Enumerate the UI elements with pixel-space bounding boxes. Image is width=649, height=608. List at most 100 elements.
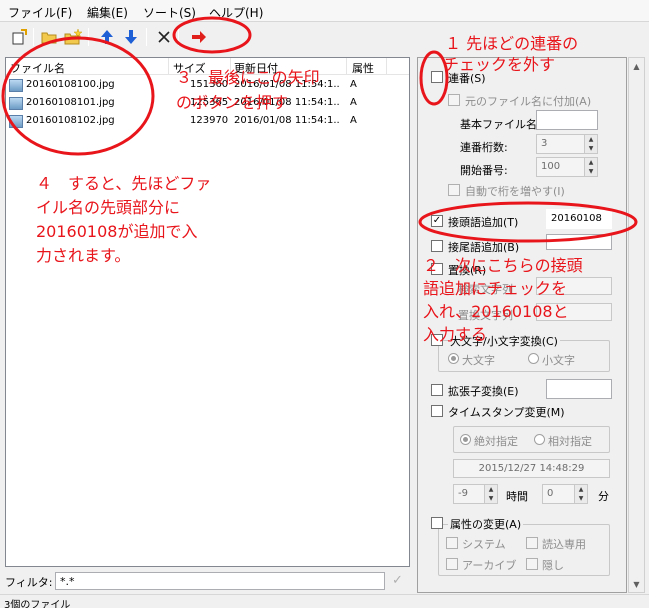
append-original-checkbox[interactable] — [448, 94, 460, 106]
spin-down-icon[interactable]: ▼ — [584, 144, 597, 153]
relative-radio[interactable] — [534, 434, 545, 445]
spin-down-icon[interactable]: ▼ — [574, 494, 587, 503]
upper-label: 大文字 — [462, 354, 495, 367]
file-attr: A — [350, 115, 357, 126]
spin-down-icon[interactable]: ▼ — [584, 167, 597, 176]
suffix-input[interactable] — [546, 234, 612, 250]
auto-digits-checkbox[interactable] — [448, 184, 460, 196]
filter-bar: フィルタ: *.* ✓ — [0, 570, 410, 592]
timestamp-checkbox[interactable] — [431, 405, 443, 417]
readonly-checkbox[interactable] — [526, 537, 538, 549]
digits-value: 3 — [541, 138, 548, 149]
relative-label: 相対指定 — [548, 435, 592, 448]
ext-label: 拡張子変換(E) — [448, 385, 519, 398]
scroll-down-icon[interactable]: ▼ — [629, 576, 644, 592]
new-file-icon[interactable] — [10, 28, 28, 46]
hours-unit: 時間 — [506, 490, 528, 503]
pane-splitter[interactable] — [410, 57, 416, 593]
timestamp-label: タイムスタンプ変更(M) — [448, 406, 565, 419]
file-date: 2016/01/08 11:54:1.. — [234, 115, 340, 126]
annotation-3-line-2: のボタンを押す — [176, 93, 289, 112]
scroll-up-icon[interactable]: ▲ — [629, 58, 644, 74]
annotation-2-line-3: 入れ、20160108と — [423, 302, 569, 321]
column-divider[interactable] — [168, 58, 169, 75]
vertical-scrollbar[interactable]: ▲ ▼ — [628, 57, 645, 593]
suffix-checkbox[interactable] — [431, 240, 443, 252]
digits-label: 連番桁数: — [460, 141, 508, 154]
minutes-unit: 分 — [598, 490, 609, 503]
menu-help[interactable]: ヘルプ(H) — [209, 4, 263, 21]
absolute-radio[interactable] — [460, 434, 471, 445]
annotation-4-line-3: 20160108が追加で入 — [36, 222, 198, 241]
annotation-1-line-1: １ 先ほどの連番の — [445, 34, 579, 53]
absolute-label: 絶対指定 — [474, 435, 518, 448]
down-arrow-icon[interactable] — [122, 28, 140, 46]
archive-label: アーカイブ — [462, 559, 517, 572]
menu-file[interactable]: ファイル(F) — [8, 4, 72, 21]
spin-up-icon[interactable]: ▲ — [584, 158, 597, 167]
ext-input[interactable] — [546, 379, 612, 399]
hours-value: -9 — [458, 488, 468, 499]
column-header-attr[interactable]: 属性 — [352, 60, 374, 76]
filter-input[interactable]: *.* — [55, 572, 385, 590]
spin-up-icon[interactable]: ▲ — [584, 135, 597, 144]
append-original-label: 元のファイル名に付加(A) — [465, 95, 592, 108]
prefix-input[interactable]: 20160108 — [546, 209, 612, 229]
timestamp-datetime-input[interactable]: 2015/12/27 14:48:29 — [453, 459, 610, 478]
status-bar: 3個のファイル — [0, 594, 649, 608]
image-file-icon — [9, 115, 23, 128]
file-name: 20160108100.jpg — [26, 79, 115, 90]
annotation-2-line-2: 語追加にチェックを — [423, 279, 568, 298]
serial-checkbox[interactable] — [431, 71, 443, 83]
start-spinner[interactable]: 100 ▲ ▼ — [536, 157, 598, 177]
file-list[interactable]: ファイル名 サイズ 更新日付 属性 20160108100.jpg 151360… — [5, 57, 410, 567]
prefix-label: 接頭語追加(T) — [448, 216, 519, 229]
archive-checkbox[interactable] — [446, 558, 458, 570]
hidden-checkbox[interactable] — [526, 558, 538, 570]
toolbar-separator — [33, 28, 34, 46]
attr-label: 属性の変更(A) — [448, 516, 524, 532]
digits-spinner[interactable]: 3 ▲ ▼ — [536, 134, 598, 154]
menu-sort[interactable]: ソート(S) — [143, 4, 196, 21]
ext-checkbox[interactable] — [431, 384, 443, 396]
suffix-label: 接尾語追加(B) — [448, 241, 520, 254]
file-attr: A — [350, 79, 357, 90]
toolbar-separator — [88, 28, 89, 46]
upper-radio[interactable] — [448, 353, 459, 364]
base-name-input[interactable] — [536, 110, 598, 130]
base-name-label: 基本ファイル名: — [460, 118, 541, 131]
attr-checkbox[interactable] — [431, 517, 443, 529]
menu-bar: ファイル(F) 編集(E) ソート(S) ヘルプ(H) — [0, 0, 649, 22]
column-header-name[interactable]: ファイル名 — [10, 60, 65, 76]
hidden-label: 隠し — [542, 559, 564, 572]
annotation-4-line-2: イル名の先頭部分に — [36, 198, 181, 217]
annotation-1-line-2: チェックを外す — [443, 55, 556, 74]
file-attr: A — [350, 97, 357, 108]
menu-edit[interactable]: 編集(E) — [87, 4, 128, 21]
column-divider[interactable] — [346, 58, 347, 75]
spin-up-icon[interactable]: ▲ — [574, 485, 587, 494]
table-row[interactable]: 20160108102.jpg 123970 2016/01/08 11:54:… — [6, 113, 409, 131]
spin-up-icon[interactable]: ▲ — [484, 485, 497, 494]
column-divider[interactable] — [386, 58, 387, 75]
minutes-spinner[interactable]: 0 ▲ ▼ — [542, 484, 588, 504]
readonly-label: 読込専用 — [542, 538, 586, 551]
lower-label: 小文字 — [542, 354, 575, 367]
hours-spinner[interactable]: -9 ▲ ▼ — [453, 484, 498, 504]
annotation-4-line-1: ４ すると、先ほどファ — [36, 174, 212, 193]
start-label: 開始番号: — [460, 164, 508, 177]
system-checkbox[interactable] — [446, 537, 458, 549]
status-text: 3個のファイル — [4, 600, 71, 608]
annotation-3-line-1: ３ 最後にこの矢印 — [176, 68, 320, 87]
image-file-icon — [9, 79, 23, 92]
prefix-checkbox[interactable]: ✓ — [431, 215, 443, 227]
annotation-2-line-4: 入力する — [423, 325, 488, 344]
lower-radio[interactable] — [528, 353, 539, 364]
delete-x-icon[interactable] — [155, 28, 173, 46]
checkmark-icon[interactable]: ✓ — [392, 573, 403, 588]
folder-star-icon[interactable] — [64, 28, 82, 46]
spin-down-icon[interactable]: ▼ — [484, 494, 497, 503]
execute-arrow-icon[interactable] — [190, 28, 208, 46]
open-folder-icon[interactable] — [40, 28, 58, 46]
up-arrow-icon[interactable] — [98, 28, 116, 46]
